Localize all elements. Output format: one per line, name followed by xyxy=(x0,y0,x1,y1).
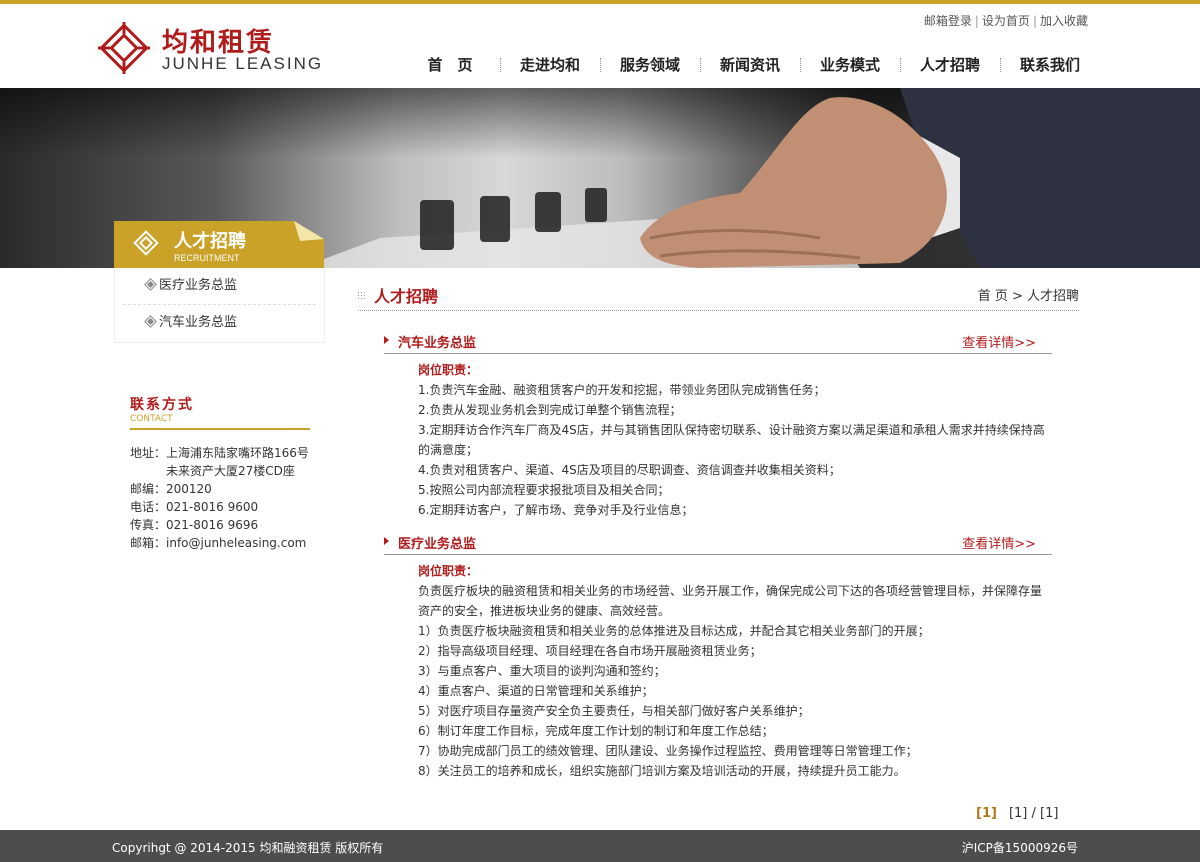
duty-line: 2.负责从发现业务机会到完成订单整个销售流程； xyxy=(418,403,682,417)
duty-line: 1.负责汽车金融、融资租赁客户的开发和挖掘，带领业务团队完成销售任务； xyxy=(418,383,826,397)
page-title: 人才招聘 xyxy=(374,287,439,306)
sidebar-item-label: 汽车业务总监 xyxy=(159,315,238,330)
diamond-bullet-icon xyxy=(144,315,157,328)
nav-item-services[interactable]: 服务领域 xyxy=(600,52,700,78)
section-tab-subtitle: RECRUITMENT xyxy=(174,253,240,263)
address-label: 地址： xyxy=(130,446,167,460)
set-homepage-link[interactable]: 设为首页 xyxy=(982,14,1030,28)
sidebar: 医疗业务总监 汽车业务总监 xyxy=(114,268,325,343)
duty-line: 3）与重点客户、重大项目的谈判沟通和签约； xyxy=(418,664,666,678)
current-page[interactable]: [1] xyxy=(976,806,997,821)
contact-subtitle: CONTACT xyxy=(130,414,173,424)
main-nav: 首 页 走进均和 服务领域 新闻资讯 业务模式 人才招聘 联系我们 xyxy=(400,52,1100,78)
sidebar-item-label: 医疗业务总监 xyxy=(159,278,238,293)
mail-login-link[interactable]: 邮箱登录 xyxy=(924,14,972,28)
top-links: 邮箱登录 | 设为首页 | 加入收藏 xyxy=(924,12,1088,29)
duty-line: 负责医疗板块的融资租赁和相关业务的市场经营、业务开展工作，确保完成公司下达的各项… xyxy=(418,584,1043,618)
logo[interactable]: 均和租赁 JUNHE LEASING xyxy=(96,20,326,80)
lattice-diamond-logo-icon xyxy=(98,22,150,74)
page-status[interactable]: [1] / [1] xyxy=(1009,806,1058,821)
nav-item-about[interactable]: 走进均和 xyxy=(500,52,600,78)
view-details-link[interactable]: 查看详情>> xyxy=(962,332,1036,351)
duty-line: 5）对医疗项目存量资产安全负主要责任，与相关部门做好客户关系维护； xyxy=(418,704,810,718)
job-description: 岗位职责： 负责医疗板块的融资租赁和相关业务的市场经营、业务开展工作，确保完成公… xyxy=(384,555,1052,781)
nav-item-news[interactable]: 新闻资讯 xyxy=(700,52,800,78)
job-header: 汽车业务总监 查看详情>> xyxy=(384,330,1052,354)
job-auto-director: 汽车业务总监 查看详情>> 岗位职责： 1.负责汽车金融、融资租赁客户的开发和挖… xyxy=(384,330,1052,520)
duty-line: 3.定期拜访合作汽车厂商及4S店，并与其销售团队保持密切联系、设计融资方案以满足… xyxy=(418,423,1045,457)
contact-panel: 联系方式 CONTACT 地址：上海浦东陆家嘴环路166号 未来资产大厦27楼C… xyxy=(130,394,310,552)
duty-line: 5.按照公司内部流程要求报批项目及相关合同； xyxy=(418,483,670,497)
duty-line: 7）协助完成部门员工的绩效管理、团队建设、业务操作过程监控、费用管理等日常管理工… xyxy=(418,744,918,758)
duty-line: 1）负责医疗板块融资租赁和相关业务的总体推进及目标达成，并配合其它相关业务部门的… xyxy=(418,624,930,638)
duty-line: 6）制订年度工作目标，完成年度工作计划的制订和年度工作总结； xyxy=(418,724,774,738)
address-line-2: 未来资产大厦27楼CD座 xyxy=(166,464,295,478)
nav-item-recruitment[interactable]: 人才招聘 xyxy=(900,52,1000,78)
separator: | xyxy=(974,14,979,28)
duty-line: 6.定期拜访客户，了解市场、竞争对手及行业信息； xyxy=(418,503,694,517)
pagination: [1] [1] / [1] xyxy=(976,806,1058,821)
contact-phone: 电话：021-8016 9600 xyxy=(130,500,259,514)
sidebar-item-auto-director[interactable]: 汽车业务总监 xyxy=(123,305,316,342)
section-tab-recruitment: 人才招聘 RECRUITMENT xyxy=(114,221,324,268)
nav-item-business-model[interactable]: 业务模式 xyxy=(800,52,900,78)
diamond-bullet-icon xyxy=(144,278,157,291)
contact-details: 地址：上海浦东陆家嘴环路166号 未来资产大厦27楼CD座 邮编：200120 … xyxy=(130,444,310,552)
nav-item-home[interactable]: 首 页 xyxy=(400,52,500,78)
job-header: 医疗业务总监 查看详情>> xyxy=(384,531,1052,555)
nav-item-contact[interactable]: 联系我们 xyxy=(1000,52,1100,78)
main-header: 人才招聘 首 页 > 人才招聘 xyxy=(358,283,1079,311)
separator: | xyxy=(1032,14,1037,28)
dotted-square-icon xyxy=(358,292,365,299)
duty-line: 8）关注员工的培养和成长，组织实施部门培训方案及培训活动的开展，持续提升员工能力… xyxy=(418,764,906,778)
address-line-1: 上海浦东陆家嘴环路166号 xyxy=(166,446,309,460)
job-title[interactable]: 汽车业务总监 xyxy=(398,332,476,351)
contact-fax: 传真：021-8016 9696 xyxy=(130,518,259,532)
main-content: 人才招聘 首 页 > 人才招聘 xyxy=(358,283,1079,311)
job-medical-director: 医疗业务总监 查看详情>> 岗位职责： 负责医疗板块的融资租赁和相关业务的市场经… xyxy=(384,531,1052,781)
add-favorite-link[interactable]: 加入收藏 xyxy=(1040,14,1088,28)
sidebar-menu: 医疗业务总监 汽车业务总监 xyxy=(114,268,325,343)
sidebar-item-medical-director[interactable]: 医疗业务总监 xyxy=(123,268,316,305)
contact-email: 邮箱：info@junheleasing.com xyxy=(130,536,307,550)
duty-line: 2）指导高级项目经理、项目经理在各自市场开展融资租赁业务； xyxy=(418,644,762,658)
job-description: 岗位职责： 1.负责汽车金融、融资租赁客户的开发和挖掘，带领业务团队完成销售任务… xyxy=(384,354,1052,520)
duty-line: 4.负责对租赁客户、渠道、4S店及项目的尽职调查、资信调查并收集相关资料； xyxy=(418,463,841,477)
divider xyxy=(130,428,310,430)
view-details-link[interactable]: 查看详情>> xyxy=(962,533,1036,552)
contact-postcode: 邮编：200120 xyxy=(130,482,212,496)
breadcrumb[interactable]: 首 页 > 人才招聘 xyxy=(978,285,1079,304)
header: 均和租赁 JUNHE LEASING 邮箱登录 | 设为首页 | 加入收藏 首 页 走进… xyxy=(0,4,1200,88)
copyright: Copyrihgt @ 2014-2015 均和融资租赁 版权所有 xyxy=(112,841,384,855)
contact-title: 联系方式 xyxy=(130,397,194,413)
icp-license[interactable]: 沪ICP备15000926号 xyxy=(962,839,1078,856)
duty-line: 4）重点客户、渠道的日常管理和关系维护； xyxy=(418,684,654,698)
arrow-right-icon xyxy=(384,537,389,545)
duty-label: 岗位职责： xyxy=(418,363,479,377)
footer: Copyrihgt @ 2014-2015 均和融资租赁 版权所有 沪ICP备1… xyxy=(0,830,1200,862)
section-tab-title: 人才招聘 xyxy=(174,230,246,252)
logo-name-en: JUNHE LEASING xyxy=(162,54,324,73)
arrow-right-icon xyxy=(384,336,389,344)
job-title[interactable]: 医疗业务总监 xyxy=(398,533,476,552)
duty-label: 岗位职责： xyxy=(418,564,479,578)
contact-address: 地址：上海浦东陆家嘴环路166号 xyxy=(130,444,310,462)
